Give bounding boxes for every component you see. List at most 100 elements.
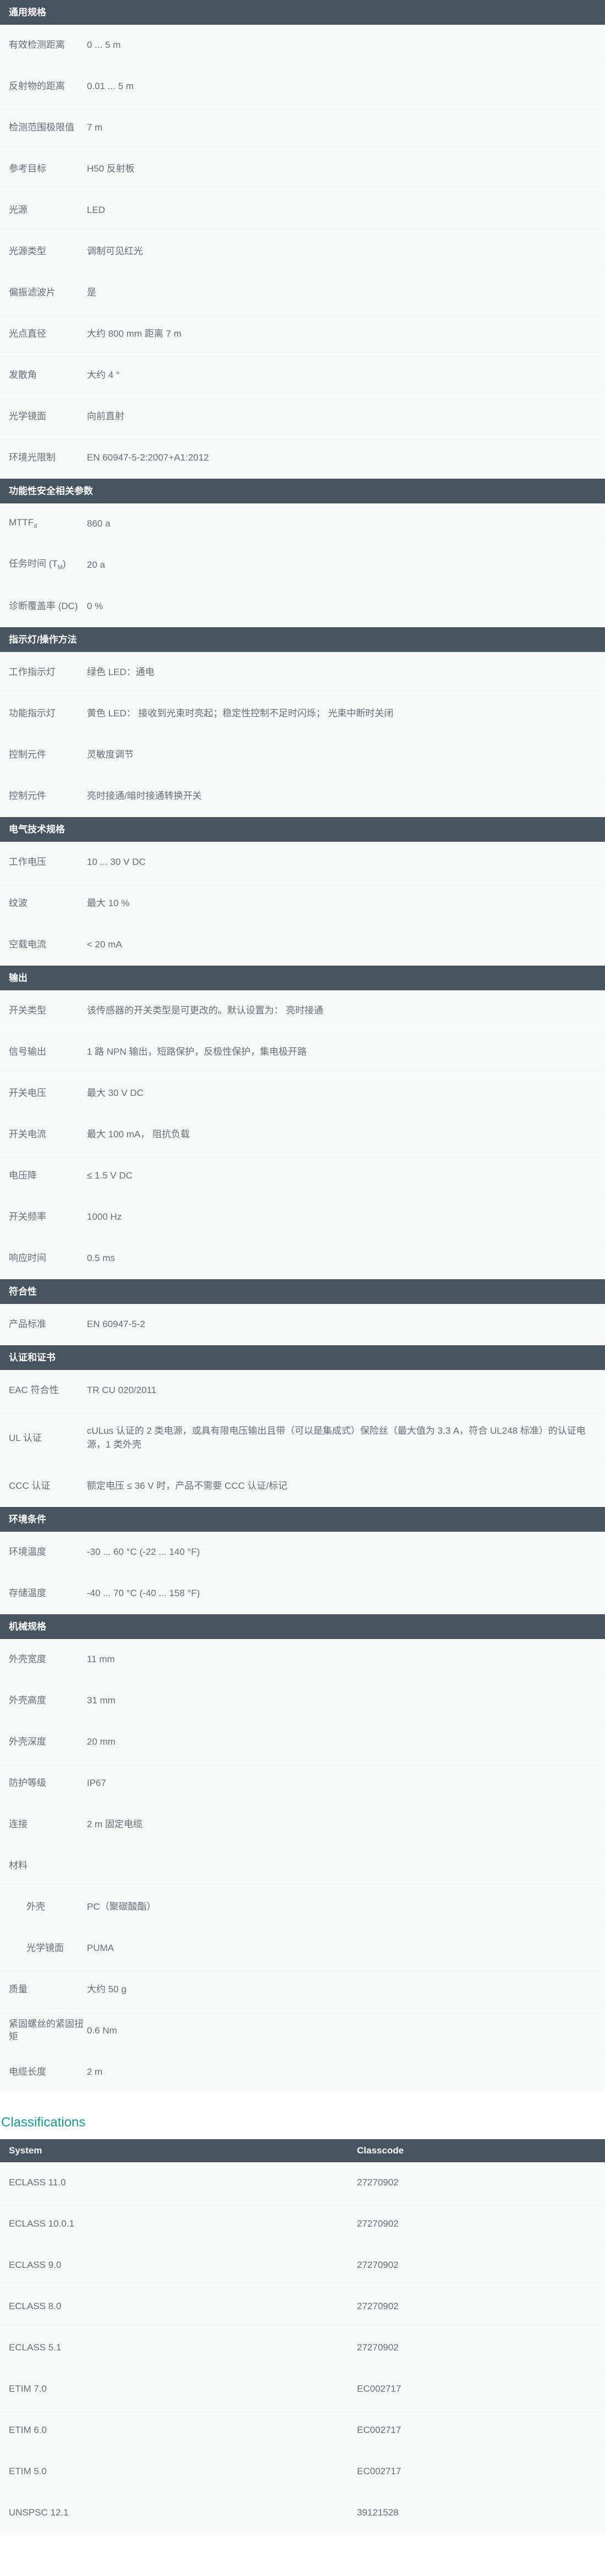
spec-value: 该传感器的开关类型是可更改的。默认设置为： 亮时接通 — [87, 1005, 323, 1016]
spec-row: 诊断覆盖率 (DC) 0 % — [0, 586, 605, 627]
spec-label: 发散角 — [9, 369, 37, 380]
table-row: ECLASS 9.0 27270902 — [0, 2245, 605, 2286]
classcode-cell: 27270902 — [357, 2301, 399, 2311]
spec-row: 工作指示灯 绿色 LED：通电 — [0, 652, 605, 693]
spec-value: -40 ... 70 °C (-40 ... 158 °F) — [87, 1587, 200, 1598]
spec-value: -30 ... 60 °C (-22 ... 140 °F) — [87, 1546, 200, 1557]
spec-value: 调制可见红光 — [87, 245, 143, 256]
system-cell: ECLASS 10.0.1 — [9, 2218, 75, 2229]
spec-label: 光学镜面 — [26, 1942, 64, 1953]
section-header: 指示灯/操作方法 — [0, 627, 605, 652]
spec-label: 开关电流 — [9, 1128, 46, 1139]
spec-value: < 20 mA — [87, 939, 122, 950]
classcode-cell: 27270902 — [357, 2177, 399, 2188]
spec-row: 开关电流 最大 100 mA， 阻抗负载 — [0, 1114, 605, 1155]
spec-value: 2 m — [87, 2066, 103, 2077]
section-header: 符合性 — [0, 1279, 605, 1304]
spec-value: 灵敏度调节 — [87, 749, 134, 760]
classifications-section: Classifications System Classcode ECLASS … — [0, 2108, 605, 2534]
spec-row: 空载电流 < 20 mA — [0, 924, 605, 966]
spec-label: 紧固螺丝的紧固扭矩 — [9, 2019, 84, 2042]
spec-row: 有效检测距离 0 ... 5 m — [0, 25, 605, 66]
spec-row: 紧固螺丝的紧固扭矩 0.6 Nm — [0, 2010, 605, 2052]
spec-value: 2 m 固定电缆 — [87, 1818, 143, 1829]
spec-value: EN 60947-5-2:2007+A1:2012 — [87, 452, 209, 463]
spec-row: 质量 大约 50 g — [0, 1969, 605, 2010]
table-row: ECLASS 10.0.1 27270902 — [0, 2204, 605, 2245]
spec-value: 大约 4 ° — [87, 369, 120, 380]
spec-value: 绿色 LED：通电 — [87, 666, 155, 677]
spec-label: 环境温度 — [9, 1546, 46, 1557]
spec-label: 防护等级 — [9, 1777, 46, 1788]
spec-label: CCC 认证 — [9, 1480, 51, 1491]
system-cell: ECLASS 8.0 — [9, 2301, 62, 2311]
spec-label: 电压降 — [9, 1170, 37, 1181]
spec-row: 环境温度 -30 ... 60 °C (-22 ... 140 °F) — [0, 1532, 605, 1573]
spec-row: CCC 认证 额定电压 ≤ 36 V 时，产品不需要 CCC 认证/标记 — [0, 1466, 605, 1507]
spec-row: 光学镜面 PUMA — [0, 1928, 605, 1969]
spec-label: 环境光限制 — [9, 452, 56, 463]
spec-row: 外壳深度 20 mm — [0, 1722, 605, 1763]
table-row: ECLASS 8.0 27270902 — [0, 2286, 605, 2327]
classcode-cell: EC002717 — [357, 2466, 402, 2476]
section-header: 机械规格 — [0, 1614, 605, 1639]
spec-row: 外壳高度 31 mm — [0, 1680, 605, 1722]
spec-label: MTTFd — [0, 517, 87, 530]
spec-label: 连接 — [9, 1818, 28, 1829]
spec-row: UL 认证 cULus 认证的 2 类电源，或具有限电压输出且带（可以是集成式）保… — [0, 1411, 605, 1466]
spec-value: PC（聚碳酸酯） — [87, 1901, 156, 1912]
spec-row: 光源 LED — [0, 190, 605, 231]
section-header: 环境条件 — [0, 1507, 605, 1532]
system-cell: ETIM 5.0 — [9, 2466, 47, 2476]
spec-row: 任务时间 (TM) 20 a — [0, 545, 605, 586]
spec-row: EAC 符合性 TR CU 020/2011 — [0, 1370, 605, 1411]
spec-value: 0.01 ... 5 m — [87, 80, 134, 91]
classcode-cell: 27270902 — [357, 2260, 399, 2270]
spec-label: 开关电压 — [9, 1087, 46, 1098]
system-column-header: System — [9, 2145, 42, 2156]
spec-label: 功能指示灯 — [9, 708, 56, 719]
spec-page: 通用规格 有效检测距离 0 ... 5 m 反射物的距离 0.01 ... 5 m 检测范… — [0, 0, 605, 2576]
spec-label: 开关类型 — [9, 1005, 46, 1016]
spec-label: 工作电压 — [9, 856, 46, 867]
spec-row: 开关频率 1000 Hz — [0, 1197, 605, 1238]
section-header: 认证和证书 — [0, 1345, 605, 1370]
spec-row: 环境光限制 EN 60947-5-2:2007+A1:2012 — [0, 437, 605, 479]
spec-value: 大约 50 g — [87, 1983, 127, 1994]
spec-value: 860 a — [87, 518, 111, 529]
spec-label: 材料 — [9, 1860, 28, 1871]
spec-value: 最大 30 V DC — [87, 1087, 144, 1098]
spec-value: 7 m — [87, 122, 103, 133]
spec-row: 控制元件 亮时接通/暗时接通转换开关 — [0, 776, 605, 817]
spec-row: MTTFd 860 a — [0, 503, 605, 545]
spec-label: UL 认证 — [9, 1432, 42, 1443]
spec-value: IP67 — [87, 1777, 106, 1788]
system-cell: ETIM 6.0 — [9, 2425, 47, 2435]
spec-label: 光源 — [9, 204, 28, 215]
spec-row: 偏振滤波片 是 — [0, 272, 605, 314]
classifications-rows: ECLASS 11.0 27270902 ECLASS 10.0.1 27270902… — [0, 2162, 605, 2534]
spec-row: 功能指示灯 黄色 LED： 接收到光束时亮起；稳定性控制不足时闪烁； 光束中断时关… — [0, 693, 605, 735]
spec-value: 0.6 Nm — [87, 2025, 117, 2036]
classifications-title: Classifications — [1, 2115, 86, 2130]
spec-value: ≤ 1.5 V DC — [87, 1170, 133, 1181]
spec-label: 检测范围极限值 — [9, 122, 74, 133]
spec-row: 发散角 大约 4 ° — [0, 355, 605, 396]
spec-value: 亮时接通/暗时接通转换开关 — [87, 790, 202, 801]
spec-value: 20 mm — [87, 1736, 116, 1747]
section-header: 通用规格 — [0, 0, 605, 25]
spec-row: 防护等级 IP67 — [0, 1763, 605, 1804]
table-row: ECLASS 5.1 27270902 — [0, 2327, 605, 2369]
spec-label-main: MTTF — [9, 517, 34, 528]
spec-label: 纹波 — [9, 897, 28, 908]
spec-label: 光学镜面 — [9, 410, 46, 421]
spec-label: 电缆长度 — [9, 2066, 46, 2077]
spec-label-subscript: d — [34, 523, 37, 530]
system-cell: ETIM 7.0 — [9, 2383, 47, 2394]
table-row: UNSPSC 12.1 39121528 — [0, 2492, 605, 2534]
spec-value: 大约 800 mm 距离 7 m — [87, 328, 182, 339]
spec-value: cULus 认证的 2 类电源，或具有限电压输出且带（可以是集成式）保险丝（最大… — [87, 1426, 586, 1450]
spec-value: 0 ... 5 m — [87, 39, 121, 50]
section-header: 功能性安全相关参数 — [0, 479, 605, 503]
spec-value: 是 — [87, 287, 96, 298]
